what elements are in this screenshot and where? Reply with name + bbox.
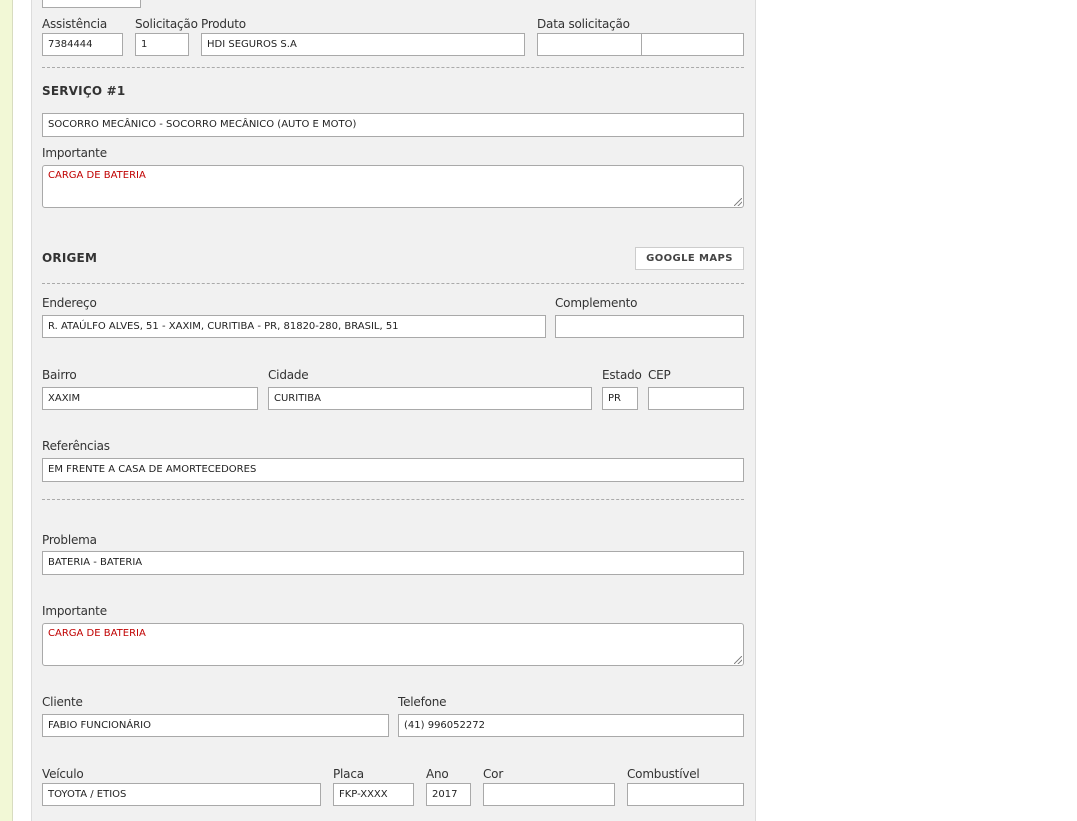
veiculo-input[interactable]: TOYOTA / ETIOS (42, 783, 321, 806)
left-sidebar-strip (0, 0, 13, 821)
data-solicitacao-input[interactable] (537, 33, 642, 56)
top-partial-field[interactable] (42, 0, 141, 8)
servico-importante-text: CARGA DE BATERIA (48, 170, 146, 181)
complemento-label: Complemento (555, 296, 638, 310)
telefone-input[interactable]: (41) 996052272 (398, 714, 744, 737)
combustivel-label: Combustível (627, 767, 700, 781)
endereco-input[interactable]: R. ATAÚLFO ALVES, 51 - XAXIM, CURITIBA -… (42, 315, 546, 338)
resize-handle-icon[interactable] (734, 198, 742, 206)
servico-importante-label: Importante (42, 146, 107, 160)
bairro-label: Bairro (42, 368, 77, 382)
estado-label: Estado (602, 368, 642, 382)
problema-importante-textarea[interactable]: CARGA DE BATERIA (42, 623, 744, 666)
hora-solicitacao-input[interactable] (641, 33, 744, 56)
origem-section-title: ORIGEM (42, 251, 98, 265)
veiculo-label: Veículo (42, 767, 84, 781)
problema-input[interactable]: BATERIA - BATERIA (42, 551, 744, 575)
placa-input[interactable]: FKP-XXXX (333, 783, 414, 806)
cep-label: CEP (648, 368, 671, 382)
servico-importante-textarea[interactable]: CARGA DE BATERIA (42, 165, 744, 208)
cor-label: Cor (483, 767, 504, 781)
produto-input[interactable]: HDI SEGUROS S.A (201, 33, 525, 56)
produto-label: Produto (201, 17, 246, 31)
assistencia-input[interactable]: 7384444 (42, 33, 123, 56)
cor-input[interactable] (483, 783, 615, 806)
bairro-input[interactable]: XAXIM (42, 387, 258, 410)
referencias-input[interactable]: EM FRENTE A CASA DE AMORTECEDORES (42, 458, 744, 482)
section-divider (42, 499, 744, 500)
solicitacao-label: Solicitação (135, 17, 198, 31)
resize-handle-icon[interactable] (734, 656, 742, 664)
endereco-label: Endereço (42, 296, 97, 310)
telefone-label: Telefone (398, 695, 447, 709)
combustivel-input[interactable] (627, 783, 744, 806)
ano-input[interactable]: 2017 (426, 783, 471, 806)
section-divider (42, 283, 744, 284)
cliente-input[interactable]: FABIO FUNCIONÁRIO (42, 714, 389, 737)
referencias-label: Referências (42, 439, 110, 453)
solicitacao-input[interactable]: 1 (135, 33, 189, 56)
estado-input[interactable]: PR (602, 387, 638, 410)
google-maps-button[interactable]: GOOGLE MAPS (635, 247, 744, 270)
problema-importante-text: CARGA DE BATERIA (48, 628, 146, 639)
problema-importante-label: Importante (42, 604, 107, 618)
cep-input[interactable] (648, 387, 744, 410)
complemento-input[interactable] (555, 315, 744, 338)
cidade-label: Cidade (268, 368, 309, 382)
servico-input[interactable]: SOCORRO MECÂNICO - SOCORRO MECÂNICO (AUT… (42, 113, 744, 137)
problema-label: Problema (42, 533, 97, 547)
section-divider (42, 67, 744, 68)
ano-label: Ano (426, 767, 449, 781)
placa-label: Placa (333, 767, 364, 781)
assistencia-label: Assistência (42, 17, 108, 31)
cliente-label: Cliente (42, 695, 83, 709)
servico-section-title: SERVIÇO #1 (42, 84, 126, 98)
data-solicitacao-label: Data solicitação (537, 17, 630, 31)
cidade-input[interactable]: CURITIBA (268, 387, 592, 410)
